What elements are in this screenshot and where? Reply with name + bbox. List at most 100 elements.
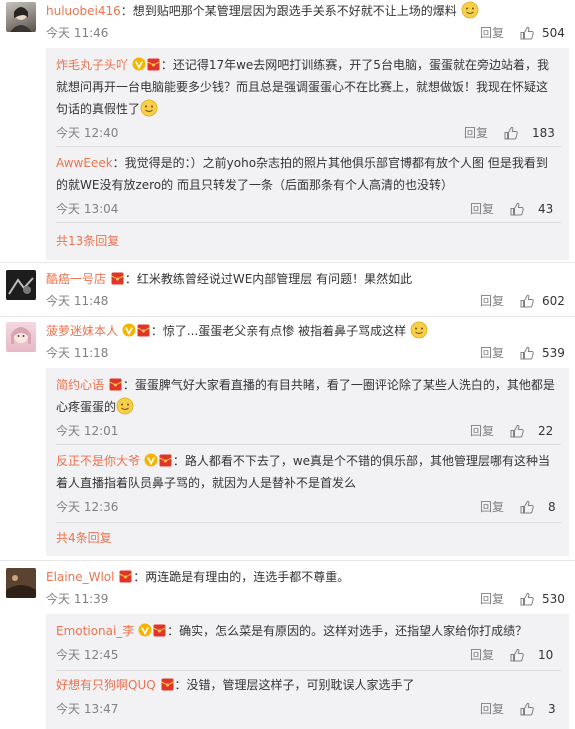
reply-username[interactable]: 简约心语 [56,378,104,392]
like-count: 183 [532,126,555,140]
thread-divider [0,262,575,263]
reply-time: 今天 13:47 [56,702,119,716]
reply-divider [56,444,561,445]
reply-text: ：还记得17年we去网吧打训练赛，开了5台电脑，蛋蛋就在旁边站着，我 [160,58,549,72]
reply-meta: 今天 12:36 回复 8 [56,496,561,518]
comment-line: Elaine_Wlol ：两连跪是有理由的，连选手都不尊重。 [46,566,567,588]
redpacket-badge-icon [158,454,172,467]
reply-username[interactable]: 反正不是你大爷 [56,454,140,468]
reply-time: 今天 12:36 [56,500,119,514]
reply-item: AwwEeek：我觉得是的：）之前yoho杂志拍的照片其他俱乐部官博都有放个人图… [56,152,561,220]
like-icon[interactable] [520,346,534,360]
comment-meta: 今天 11:46 回复 504 [46,22,567,44]
like-icon[interactable] [520,500,534,514]
reply-meta: 今天 12:01 回复 22 [56,420,561,442]
like-icon[interactable] [510,424,524,438]
reply-username[interactable]: 好想有只狗啊QUQ [56,678,156,692]
reply-button[interactable]: 回复 [480,342,504,364]
reply-button[interactable]: 回复 [480,22,504,44]
reply-text: ：路人都看不下去了，we真是个不错的俱乐部，其他管理层哪有这种当 [172,454,551,468]
like-icon[interactable] [520,26,534,40]
user-avatar[interactable] [6,2,36,32]
like-count: 10 [538,648,554,662]
like-count: 3 [548,702,556,716]
redpacket-badge-icon [119,570,133,583]
reply-button[interactable]: 回复 [480,698,504,720]
user-avatar[interactable] [6,322,36,352]
comment-meta: 今天 11:18 回复 539 [46,342,567,364]
reply-text-cont: 心疼蛋蛋的 [56,400,117,414]
redpacket-badge-icon [110,272,124,285]
reply-item: 好想有只狗啊QUQ ：没错，管理层这样子，可别耽误人家选手了 今天 13:47 … [56,674,561,720]
v-badge-icon [121,323,136,337]
reply-text: ：没错，管理层这样子，可别耽误人家选手了 [174,678,415,692]
emoji-icon [461,1,479,19]
reply-meta: 今天 13:47 回复 3 [56,698,561,720]
comment-meta: 今天 11:39 回复 530 [46,588,567,610]
redpacket-badge-icon [146,58,160,71]
like-count: 43 [538,202,554,216]
reply-button[interactable]: 回复 [480,290,504,312]
emoji-icon [410,321,428,339]
reply-username[interactable]: Emotionai_李 [56,624,134,638]
like-icon[interactable] [520,294,534,308]
reply-meta: 今天 12:40 回复 183 [56,122,561,144]
like-count: 8 [548,500,556,514]
reply-button[interactable]: 回复 [470,420,494,442]
more-replies-link[interactable]: 共4条回复 [56,528,112,548]
like-icon[interactable] [510,202,524,216]
redpacket-badge-icon [108,378,122,391]
reply-username[interactable]: 炸毛丸子头吖 [56,58,128,72]
thread-divider [0,560,575,561]
like-count: 539 [542,346,565,360]
comment-time: 今天 11:18 [46,346,109,360]
reply-item: 反正不是你大爷 ：路人都看不下去了，we真是个不错的俱乐部，其他管理层哪有这种当… [56,450,561,518]
reply-button[interactable]: 回复 [470,198,494,220]
comment-time: 今天 11:46 [46,26,109,40]
user-avatar[interactable] [6,568,36,598]
comment-text: ：两连跪是有理由的，连选手都不尊重。 [133,570,350,584]
reply-line: 简约心语 ：蛋蛋脾气好大家看直播的有目共睹，看了一圈评论除了某些人洗白的，其他都… [56,374,561,396]
reply-line: 炸毛丸子头吖 ：还记得17年we去网吧打训练赛，开了5台电脑，蛋蛋就在旁边站着，… [56,54,561,76]
comment-username[interactable]: huluobei416 [46,4,121,18]
reply-item: 简约心语 ：蛋蛋脾气好大家看直播的有目共睹，看了一圈评论除了某些人洗白的，其他都… [56,374,561,442]
comment-line: huluobei416：想到贴吧那个某管理层因为跟选手关系不好就不让上场的爆料 [46,0,567,22]
reply-text: ：确实，怎么菜是有原因的。这样对选手，还指望人家给你打成绩？ [167,624,528,638]
comment-username[interactable]: Elaine_Wlol [46,570,114,584]
thread-divider [0,316,575,317]
like-count: 504 [542,26,565,40]
reply-button[interactable]: 回复 [464,122,488,144]
redpacket-badge-icon [153,624,167,637]
reply-time: 今天 12:40 [56,126,119,140]
like-icon[interactable] [510,648,524,662]
comment-username[interactable]: 菠萝迷妹本人 [46,324,118,338]
reply-divider [56,522,561,523]
reply-button[interactable]: 回复 [480,496,504,518]
reply-meta: 今天 12:45 回复 10 [56,644,561,666]
reply-line: AwwEeek：我觉得是的：）之前yoho杂志拍的照片其他俱乐部官博都有放个人图… [56,152,561,174]
like-icon[interactable] [520,592,534,606]
comment-line: 酷癌一号店 ：红米教练曾经说过WE内部管理层 有问题！果然如此 [46,268,567,290]
comment-text: ：红米教练曾经说过WE内部管理层 有问题！果然如此 [124,272,413,286]
like-icon[interactable] [520,702,534,716]
reply-divider [56,146,561,147]
reply-line: 好想有只狗啊QUQ ：没错，管理层这样子，可别耽误人家选手了 [56,674,561,696]
reply-username[interactable]: AwwEeek [56,156,113,170]
comment-meta: 今天 11:48 回复 602 [46,290,567,312]
reply-item: Emotionai_李 ：确实，怎么菜是有原因的。这样对选手，还指望人家给你打成… [56,620,561,666]
reply-text: ：蛋蛋脾气好大家看直播的有目共睹，看了一圈评论除了某些人洗白的，其他都是 [122,378,555,392]
reply-button[interactable]: 回复 [480,588,504,610]
reply-text-cont: 着人直播指着队员鼻子骂的，就因为人是替补不是首发么 [56,476,357,490]
like-icon[interactable] [504,126,518,140]
reply-button[interactable]: 回复 [470,644,494,666]
v-badge-icon [143,453,158,467]
comment-feed: huluobei416：想到贴吧那个某管理层因为跟选手关系不好就不让上场的爆料 … [0,0,575,729]
reply-line: 反正不是你大爷 ：路人都看不下去了，we真是个不错的俱乐部，其他管理层哪有这种当 [56,450,561,472]
reply-text-cont: 的就WE没有放zero的 而且只转发了一条（后面那条有个人高清的也没转） [56,178,453,192]
more-replies-link[interactable]: 共13条回复 [56,231,119,251]
reply-text-cont: 就想问再开一台电脑能要多少钱？而且总是强调蛋蛋心不在比赛上，就想做饭！我现在怀疑… [56,80,549,94]
comment-line: 菠萝迷妹本人 ：惊了...蛋蛋老父亲有点惨 被指着鼻子骂成这样 [46,320,567,342]
user-avatar[interactable] [6,270,36,300]
comment-username[interactable]: 酷癌一号店 [46,272,106,286]
comment-text: ：惊了...蛋蛋老父亲有点惨 被指着鼻子骂成这样 [150,324,407,338]
